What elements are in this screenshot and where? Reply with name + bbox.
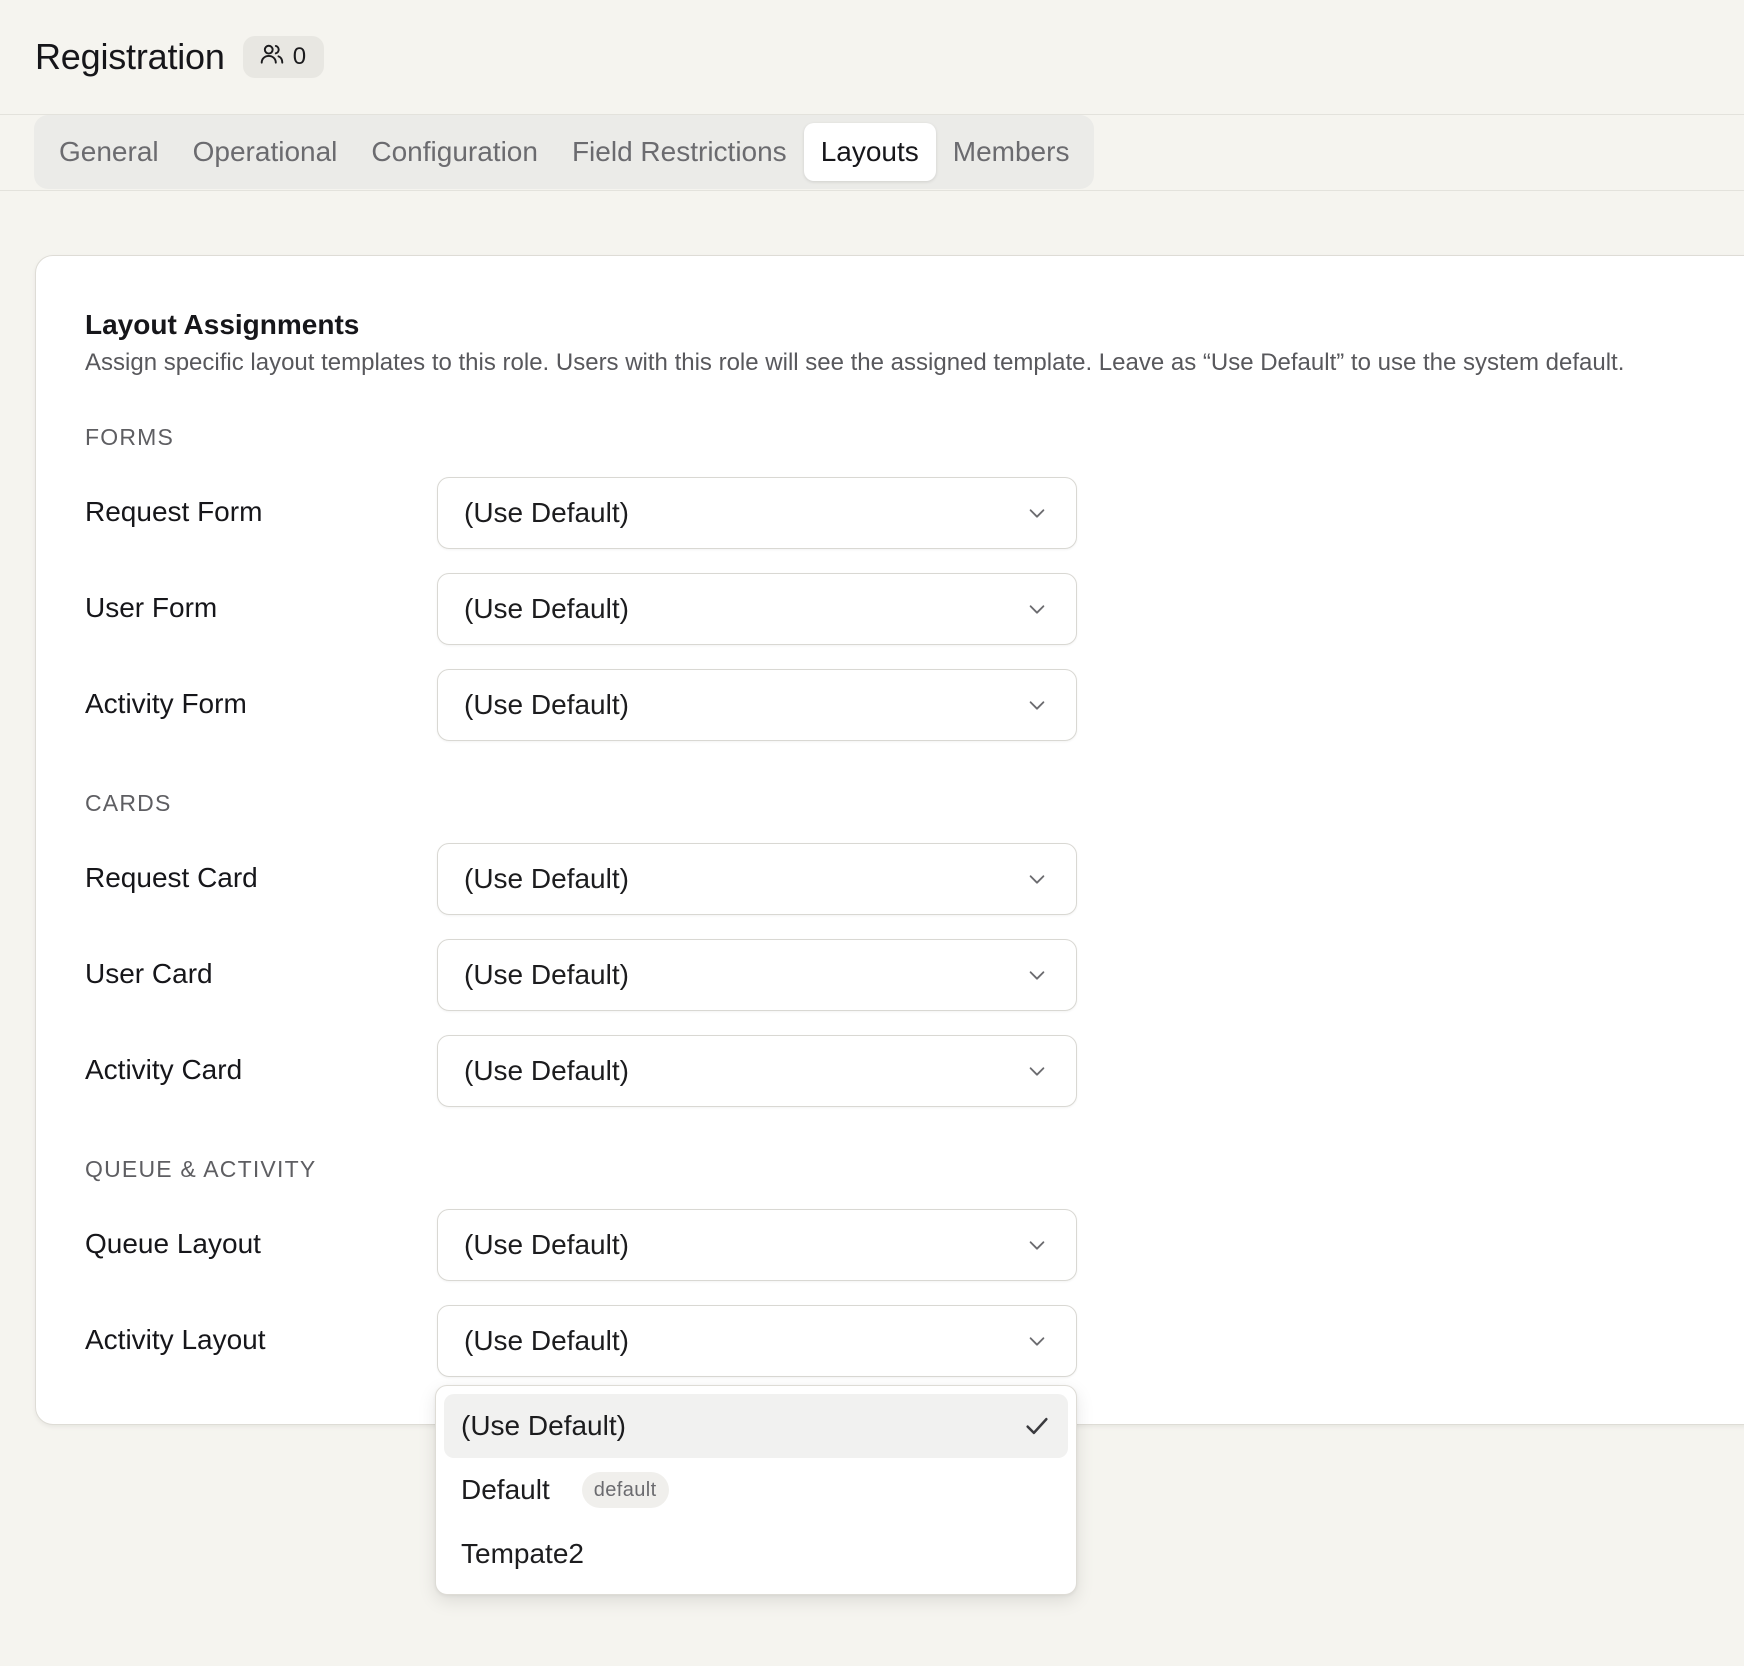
- option-label: (Use Default): [461, 1410, 626, 1441]
- chevron-down-icon: [1029, 971, 1045, 980]
- tab-layouts[interactable]: Layouts: [803, 123, 936, 181]
- row-label-user-form: User Form: [85, 592, 218, 623]
- card-title: Layout Assignments: [85, 309, 360, 340]
- row-label-activity-form: Activity Form: [85, 688, 247, 719]
- select-value: (Use Default): [464, 593, 629, 624]
- users-icon: [259, 41, 285, 74]
- page: Registration 0 General Operational Confi…: [0, 0, 1744, 1666]
- select-value: (Use Default): [464, 863, 629, 894]
- select-value: (Use Default): [464, 1055, 629, 1086]
- dropdown-option-default[interactable]: Default default: [444, 1458, 1068, 1522]
- tab-members[interactable]: Members: [936, 123, 1087, 181]
- page-title: Registration: [35, 36, 225, 77]
- row-label-queue-layout: Queue Layout: [85, 1228, 261, 1259]
- dropdown-option-use-default[interactable]: (Use Default): [444, 1394, 1068, 1458]
- tab-general[interactable]: General: [42, 123, 176, 181]
- check-icon: [1026, 1417, 1048, 1435]
- row-label-activity-layout: Activity Layout: [85, 1324, 266, 1355]
- activity-layout-dropdown: (Use Default) Default default Tempate2: [435, 1385, 1077, 1595]
- tab-field-restrictions[interactable]: Field Restrictions: [555, 123, 804, 181]
- option-label: Default: [461, 1474, 550, 1505]
- request-form-select[interactable]: (Use Default): [437, 477, 1077, 549]
- chevron-down-icon: [1029, 701, 1045, 710]
- member-count: 0: [292, 43, 307, 70]
- queue-layout-select[interactable]: (Use Default): [437, 1209, 1077, 1281]
- member-count-badge[interactable]: 0: [242, 36, 325, 78]
- tabs-row: General Operational Configuration Field …: [0, 115, 1744, 191]
- page-header: Registration 0: [0, 0, 1744, 115]
- user-form-select[interactable]: (Use Default): [437, 573, 1077, 645]
- row-label-request-form: Request Form: [85, 496, 263, 527]
- chevron-down-icon: [1029, 1337, 1045, 1346]
- tab-configuration[interactable]: Configuration: [354, 123, 555, 181]
- chevron-down-icon: [1029, 509, 1045, 518]
- user-card-select[interactable]: (Use Default): [437, 939, 1077, 1011]
- card-description: Assign specific layout templates to this…: [85, 349, 1625, 376]
- row-label-activity-card: Activity Card: [85, 1054, 243, 1085]
- chevron-down-icon: [1029, 1241, 1045, 1250]
- chevron-down-icon: [1029, 875, 1045, 884]
- tab-operational[interactable]: Operational: [176, 123, 355, 181]
- tab-bar: General Operational Configuration Field …: [34, 115, 1095, 189]
- row-label-user-card: User Card: [85, 958, 213, 989]
- default-badge: default: [581, 1472, 669, 1508]
- layout-assignments-card: Layout Assignments Assign specific layou…: [35, 255, 1744, 1425]
- chevron-down-icon: [1029, 1067, 1045, 1076]
- chevron-down-icon: [1029, 605, 1045, 614]
- select-value: (Use Default): [464, 1325, 629, 1356]
- select-value: (Use Default): [464, 1229, 629, 1260]
- activity-card-select[interactable]: (Use Default): [437, 1035, 1077, 1107]
- row-label-request-card: Request Card: [85, 862, 258, 893]
- select-value: (Use Default): [464, 497, 629, 528]
- activity-form-select[interactable]: (Use Default): [437, 669, 1077, 741]
- option-label: Tempate2: [461, 1538, 584, 1569]
- select-value: (Use Default): [464, 689, 629, 720]
- section-label-forms: FORMS: [85, 424, 175, 450]
- section-label-queue-activity: QUEUE & ACTIVITY: [85, 1156, 317, 1182]
- dropdown-option-tempate2[interactable]: Tempate2: [444, 1522, 1068, 1586]
- select-value: (Use Default): [464, 959, 629, 990]
- activity-layout-select[interactable]: (Use Default): [437, 1305, 1077, 1377]
- request-card-select[interactable]: (Use Default): [437, 843, 1077, 915]
- section-label-cards: CARDS: [85, 790, 172, 816]
